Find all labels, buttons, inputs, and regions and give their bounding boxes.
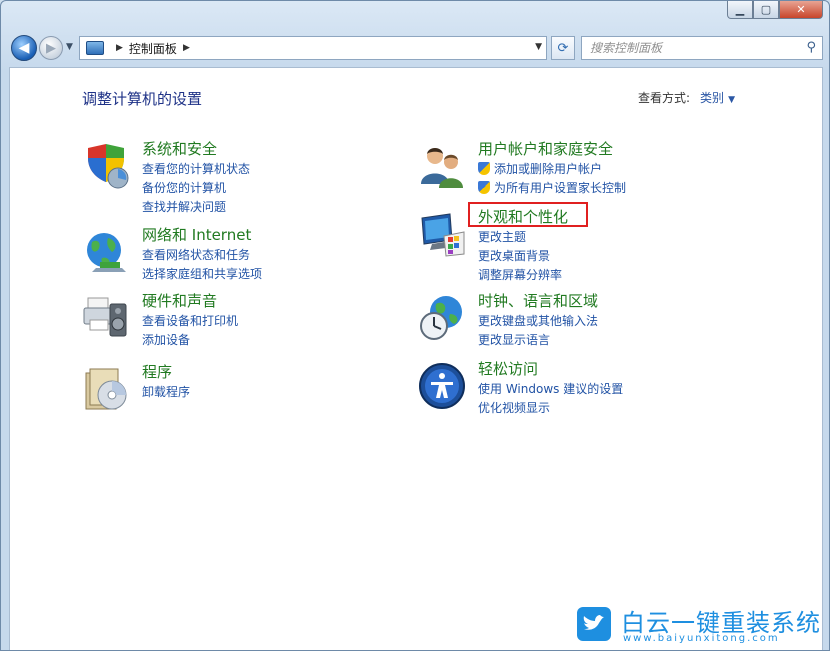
category-title[interactable]: 硬件和声音 [142,290,217,311]
address-bar[interactable]: ▶ 控制面板 ▶ ▼ [79,36,547,60]
uac-shield-icon [478,181,490,194]
minimize-button[interactable]: ▁ [727,1,753,19]
link-parental-controls[interactable]: 为所有用户设置家长控制 [478,179,626,198]
breadcrumb-control-panel[interactable]: 控制面板 [129,40,177,57]
page-title: 调整计算机的设置 [82,90,203,108]
network-globe-icon [87,233,126,272]
refresh-icon: ⟳ [557,40,569,56]
bird-logo-icon [577,607,611,641]
printer-speaker-icon [83,297,127,337]
watermark-url: www.baiyunxitong.com [623,633,780,644]
link-change-keyboard[interactable]: 更改键盘或其他输入法 [478,312,598,331]
category-title[interactable]: 轻松访问 [478,358,538,379]
view-by-dropdown[interactable]: 类别 [700,91,724,105]
link-add-remove-accounts[interactable]: 添加或删除用户帐户 [478,160,626,179]
category-title[interactable]: 用户帐户和家庭安全 [478,138,613,159]
view-by-label: 查看方式: [638,91,691,105]
monitor-palette-icon [421,213,465,257]
recent-pages-dropdown-icon[interactable]: ▼ [66,42,73,52]
bird-icon [583,615,604,630]
shield-flag-icon [88,144,129,189]
category-title[interactable]: 时钟、语言和区域 [478,290,598,311]
link-troubleshoot[interactable]: 查找并解决问题 [142,198,250,217]
programs-disc-icon [85,368,127,410]
content-pane: 调整计算机的设置 查看方式: 类别 ▼ 系统和安全 查看您的计算机状态 备份您的计算… [9,67,823,650]
watermark: 白云一键重装系统 www.baiyunxitong.com [571,601,827,649]
link-view-computer-status[interactable]: 查看您的计算机状态 [142,160,250,179]
highlight-box [468,202,588,227]
category-title[interactable]: 系统和安全 [142,138,217,159]
search-icon[interactable]: ⚲ [806,40,816,55]
forward-button[interactable]: ▶ [39,36,63,60]
back-button[interactable]: ◀ [11,35,37,61]
close-button[interactable]: ✕ [779,1,823,19]
link-homegroup[interactable]: 选择家庭组和共享选项 [142,265,262,284]
maximize-button[interactable]: ▢ [753,1,779,19]
caption-buttons: ▁ ▢ ✕ [727,1,823,19]
link-change-theme[interactable]: 更改主题 [478,228,562,247]
users-icon [421,148,463,188]
refresh-button[interactable]: ⟳ [551,36,575,60]
link-uninstall-program[interactable]: 卸载程序 [142,383,190,402]
link-change-display-language[interactable]: 更改显示语言 [478,331,598,350]
clock-globe-icon [420,296,462,340]
uac-shield-icon [478,162,490,175]
search-input[interactable] [590,41,790,55]
link-backup-computer[interactable]: 备份您的计算机 [142,179,250,198]
link-devices-printers[interactable]: 查看设备和打印机 [142,312,238,331]
breadcrumb-chevron-icon[interactable]: ▶ [183,43,190,53]
category-title[interactable]: 网络和 Internet [142,224,251,245]
navigation-bar: ◀ ▶ ▼ ▶ 控制面板 ▶ ▼ ⟳ ⚲ [9,33,823,61]
link-change-desktop-background[interactable]: 更改桌面背景 [478,247,562,266]
control-panel-icon [86,41,104,55]
ease-of-access-icon [419,363,465,409]
breadcrumb-chevron-icon[interactable]: ▶ [116,43,123,53]
view-by: 查看方式: 类别 ▼ [638,89,735,106]
link-adjust-resolution[interactable]: 调整屏幕分辨率 [478,266,562,285]
search-box[interactable]: ⚲ [581,36,823,60]
address-dropdown-icon[interactable]: ▼ [535,42,542,52]
link-optimize-video-display[interactable]: 优化视频显示 [478,399,623,418]
link-network-status[interactable]: 查看网络状态和任务 [142,246,262,265]
link-windows-suggested-settings[interactable]: 使用 Windows 建议的设置 [478,380,623,399]
category-title[interactable]: 程序 [142,361,172,382]
chevron-down-icon[interactable]: ▼ [728,95,735,105]
control-panel-window: ▁ ▢ ✕ ◀ ▶ ▼ ▶ 控制面板 ▶ ▼ ⟳ ⚲ 调整计算机的设置 查看方式… [0,0,830,651]
link-add-device[interactable]: 添加设备 [142,331,238,350]
